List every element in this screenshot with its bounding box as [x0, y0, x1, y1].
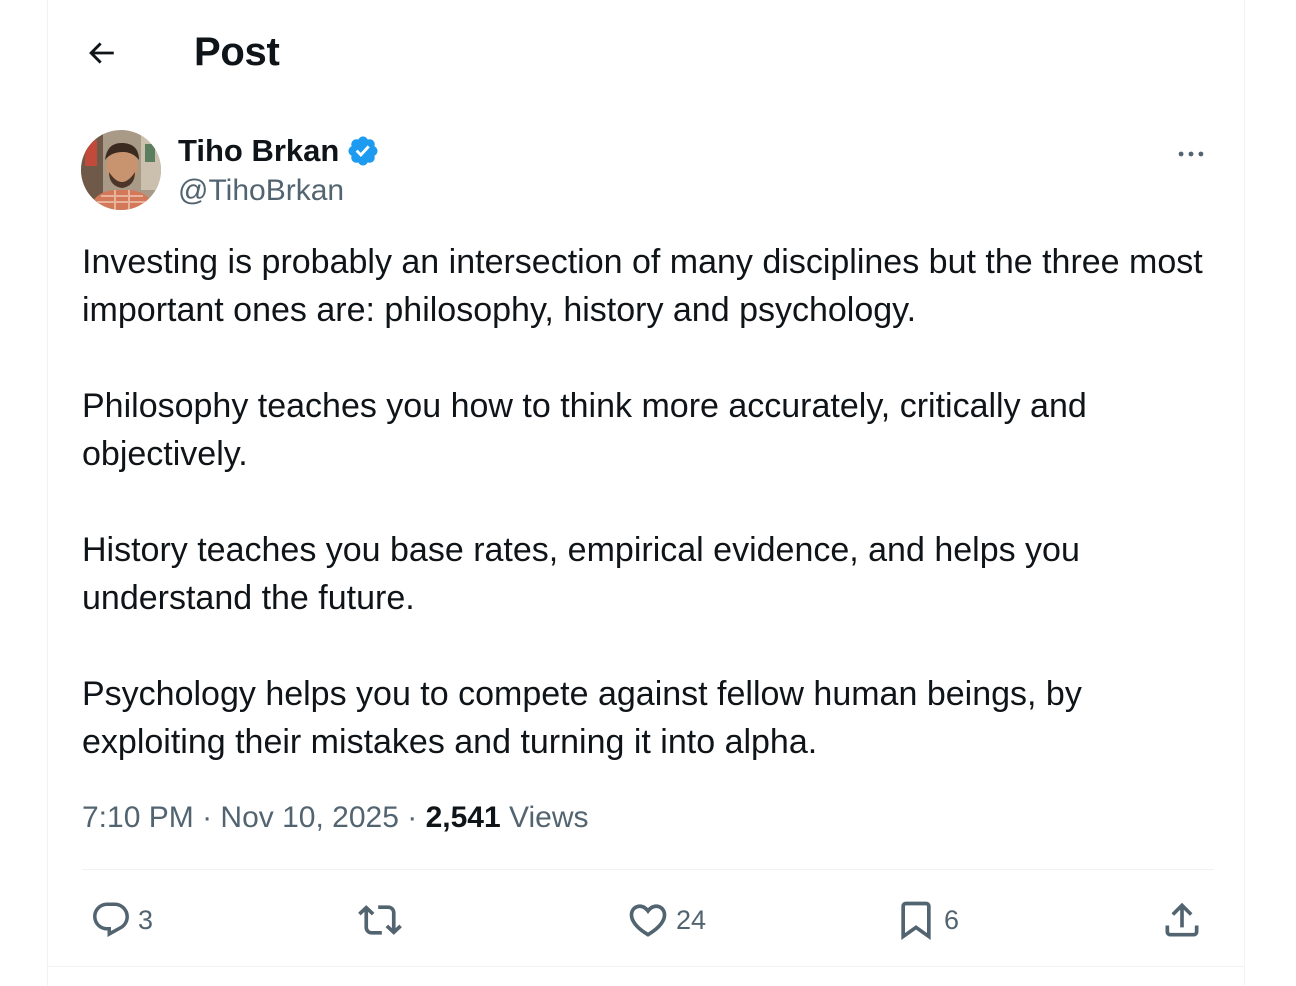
back-button[interactable] — [78, 30, 124, 76]
share-icon — [1165, 902, 1199, 937]
more-options-button[interactable] — [1169, 132, 1213, 176]
heart-icon — [629, 904, 667, 937]
reply-count: 3 — [138, 904, 154, 935]
views-count: 2,541 — [425, 801, 501, 834]
like-button[interactable]: 24 — [626, 878, 706, 962]
tweet-meta: 7:10 PM · Nov 10, 2025 · 2,541 Views — [82, 796, 588, 840]
name-line: Tiho Brkan — [178, 132, 380, 170]
tweet-text: Investing is probably an intersection of… — [82, 238, 1222, 766]
tweet-paragraph: Psychology helps you to compete against … — [82, 675, 1082, 761]
arrow-left-icon — [89, 42, 114, 64]
views-label: Views — [509, 801, 589, 834]
action-bar: 3 24 6 — [48, 878, 1244, 962]
bottom-divider — [48, 966, 1244, 967]
avatar[interactable] — [81, 130, 161, 210]
tweet-paragraph: Investing is probably an intersection of… — [82, 243, 1203, 329]
tweet-paragraph: History teaches you base rates, empirica… — [82, 531, 1080, 617]
like-count: 24 — [676, 904, 707, 935]
tweet-time[interactable]: 7:10 PM — [82, 801, 194, 834]
reply-button[interactable]: 3 — [90, 878, 153, 962]
repost-icon — [358, 905, 402, 935]
share-button[interactable] — [1160, 878, 1204, 962]
divider — [82, 869, 1214, 870]
page-title: Post — [194, 30, 280, 74]
repost-button[interactable] — [358, 878, 408, 962]
reply-icon — [93, 902, 129, 937]
author-handle[interactable]: @TihoBrkan — [178, 172, 344, 210]
author-row: Tiho Brkan @TihoBrkan — [81, 128, 1213, 212]
verified-badge-icon[interactable] — [346, 134, 380, 168]
meta-separator: · — [202, 801, 213, 834]
page-header: Post — [48, 0, 1244, 106]
post-page: Post Tiho Brkan @TihoBrkan Investing is … — [47, 0, 1245, 986]
meta-separator: · — [407, 801, 418, 834]
bookmark-icon — [901, 901, 931, 941]
bookmark-button[interactable]: 6 — [894, 878, 959, 962]
more-horizontal-icon — [1178, 151, 1204, 157]
author-display-name[interactable]: Tiho Brkan — [178, 132, 339, 170]
bookmark-count: 6 — [944, 904, 960, 935]
avatar-image — [81, 130, 161, 210]
tweet-paragraph: Philosophy teaches you how to think more… — [82, 387, 1087, 473]
tweet-date[interactable]: Nov 10, 2025 — [220, 801, 398, 834]
